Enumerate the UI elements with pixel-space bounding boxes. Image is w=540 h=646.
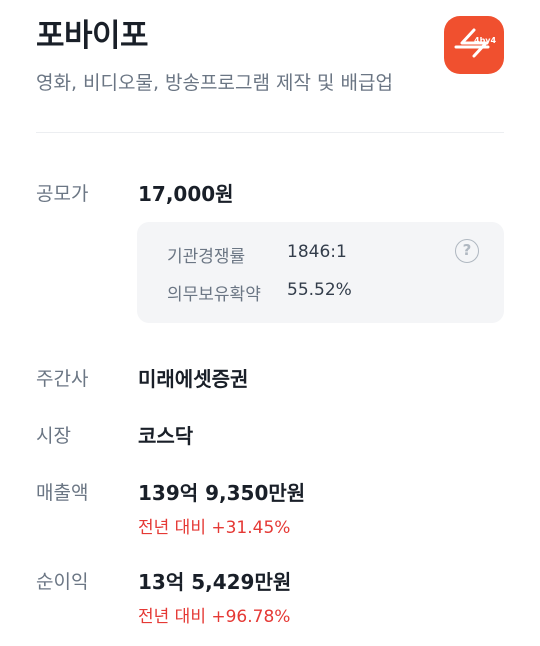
header-divider — [36, 132, 504, 133]
company-logo: 4by4 — [444, 16, 504, 74]
offer-price-label: 공모가 — [36, 183, 89, 205]
logo-text: 4by4 — [474, 36, 497, 45]
net-income-label: 순이익 — [36, 571, 89, 593]
company-name: 포바이포 — [36, 18, 149, 54]
net-income-change: 전년 대비 +96.78% — [138, 607, 291, 627]
revenue-label: 매출액 — [36, 482, 89, 504]
market-value: 코스닥 — [138, 424, 194, 448]
ipo-detail-page: 포바이포 영화, 비디오물, 방송프로그램 제작 및 배급업 4by4 공모가 … — [0, 0, 540, 646]
competition-rate-value: 1846:1 — [287, 242, 347, 262]
competition-rate-label: 기관경쟁률 — [167, 247, 246, 267]
market-label: 시장 — [36, 425, 71, 447]
revenue-value: 139억 9,350만원 — [138, 481, 306, 505]
company-industry: 영화, 비디오물, 방송프로그램 제작 및 배급업 — [36, 72, 393, 94]
underwriter-label: 주간사 — [36, 368, 89, 390]
subscription-info-box: 기관경쟁률 1846:1 의무보유확약 55.52% ? — [137, 222, 504, 323]
lockup-rate-label: 의무보유확약 — [167, 285, 261, 305]
logo-mark-icon: 4by4 — [454, 28, 497, 58]
underwriter-value: 미래에셋증권 — [138, 367, 249, 391]
revenue-change: 전년 대비 +31.45% — [138, 518, 291, 538]
net-income-value: 13억 5,429만원 — [138, 570, 292, 594]
lockup-rate-value: 55.52% — [287, 280, 352, 300]
help-icon[interactable]: ? — [455, 239, 479, 263]
offer-price-value: 17,000원 — [138, 182, 234, 206]
